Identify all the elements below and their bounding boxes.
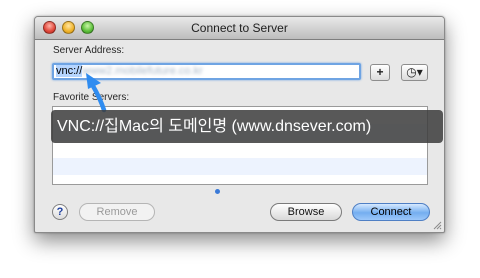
annotation-caption: VNC://집Mac의 도메인명 (www.dnsever.com) <box>51 110 443 143</box>
